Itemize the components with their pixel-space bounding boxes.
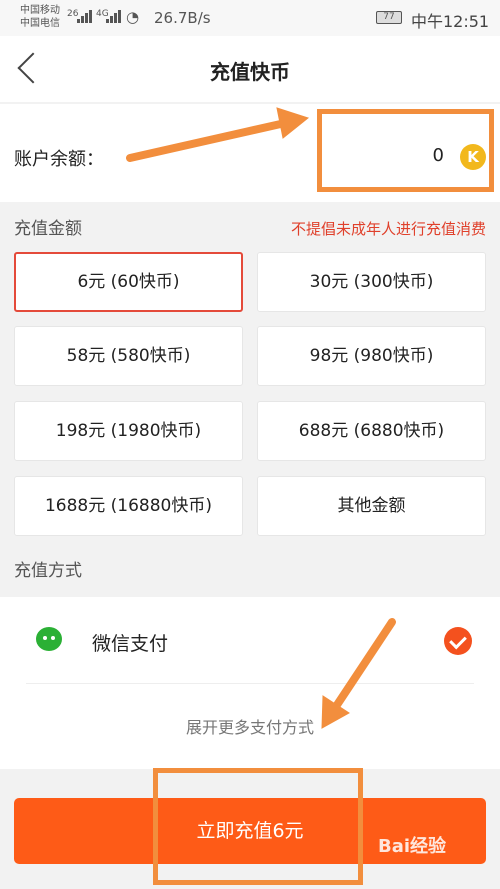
baidu-jingyan-watermark: Bai经验 — [378, 836, 447, 857]
annotation-arrows — [126, 107, 396, 729]
arrow-to-balance — [126, 107, 310, 162]
arrow-to-submit — [321, 618, 396, 729]
